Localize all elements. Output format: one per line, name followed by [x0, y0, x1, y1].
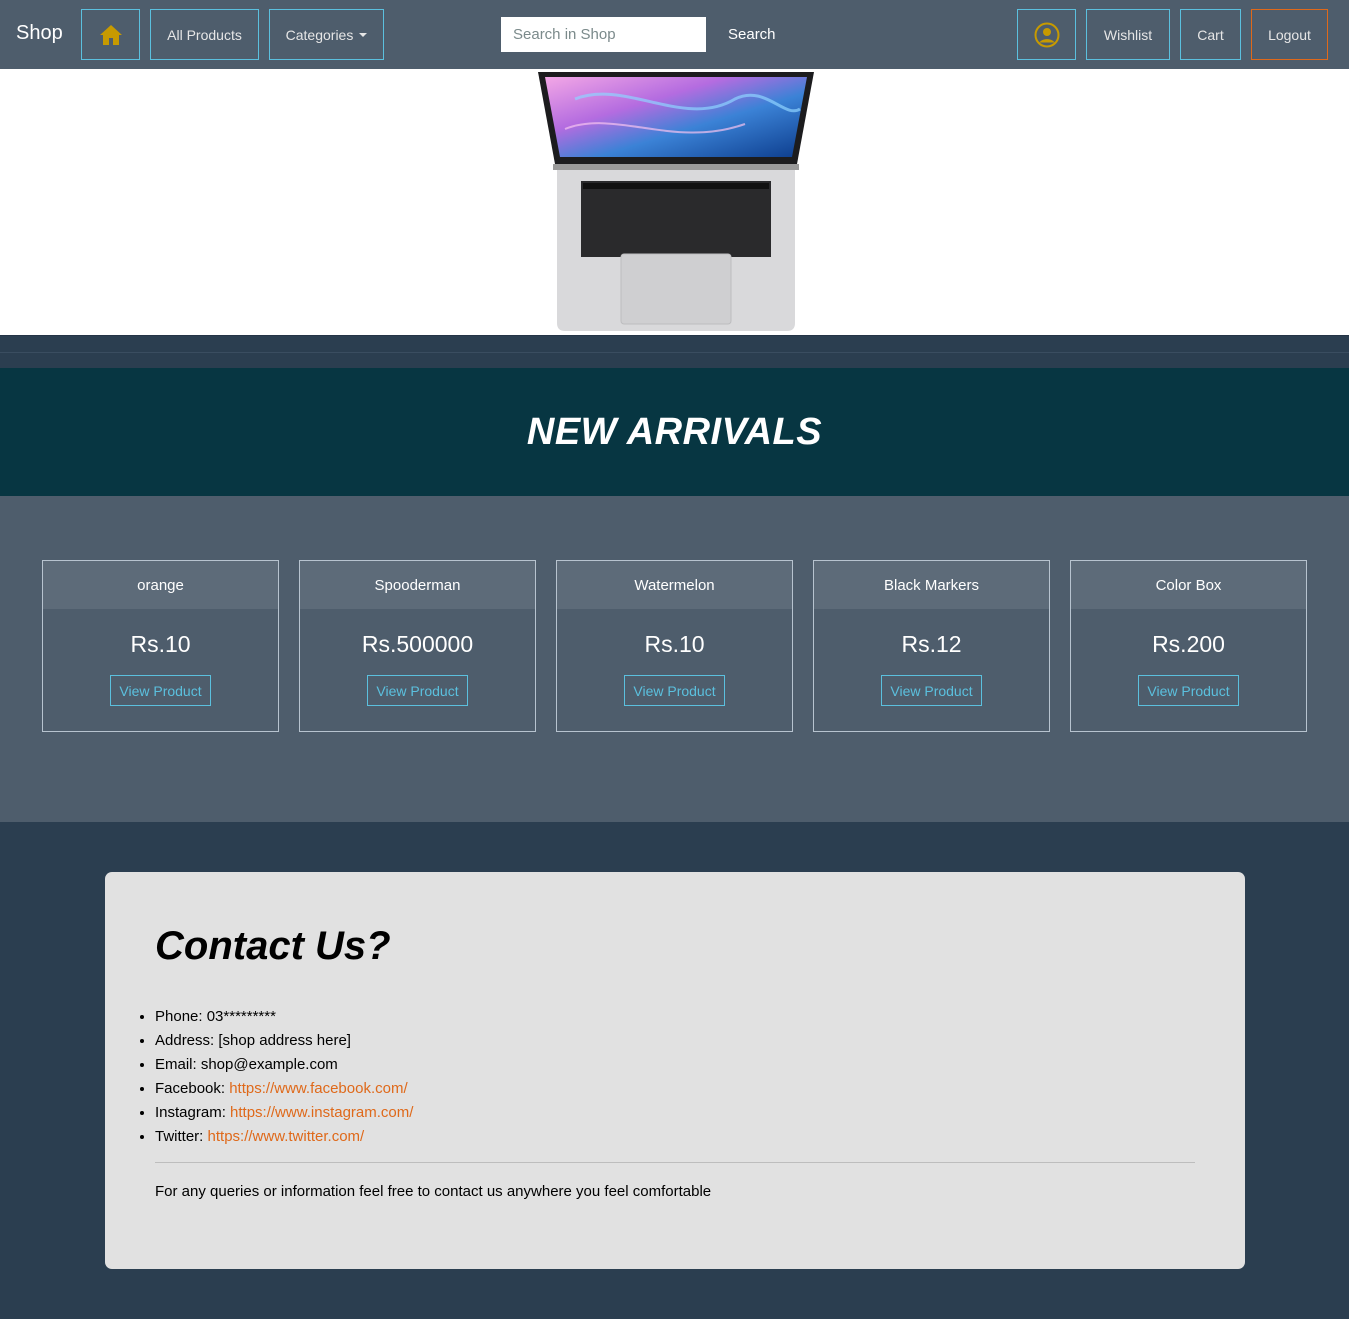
- product-name: Spooderman: [300, 561, 535, 609]
- product-card: orange Rs.10 View Product: [42, 560, 279, 732]
- contact-twitter: Twitter: https://www.twitter.com/: [155, 1125, 413, 1149]
- view-product-button[interactable]: View Product: [624, 675, 725, 706]
- contact-section: Contact Us? Phone: 03********* Address: …: [105, 872, 1245, 1269]
- contact-label: Phone:: [155, 1008, 207, 1025]
- view-product-button[interactable]: View Product: [881, 675, 982, 706]
- cart-button[interactable]: Cart: [1180, 9, 1241, 60]
- chevron-down-icon: [359, 32, 368, 37]
- product-price: Rs.500000: [361, 631, 474, 657]
- instagram-link[interactable]: https://www.instagram.com/: [230, 1104, 413, 1121]
- contact-phone: Phone: 03*********: [155, 1005, 413, 1029]
- product-name: Watermelon: [557, 561, 792, 609]
- contact-facebook: Facebook: https://www.facebook.com/: [155, 1077, 413, 1101]
- contact-list: Phone: 03********* Address: [shop addres…: [155, 1005, 413, 1149]
- categories-label: Categories: [285, 26, 354, 43]
- account-button[interactable]: [1017, 9, 1076, 60]
- contact-value: 03*********: [206, 1008, 276, 1025]
- product-name: Color Box: [1071, 561, 1306, 609]
- product-card: Watermelon Rs.10 View Product: [556, 560, 793, 732]
- product-card: Black Markers Rs.12 View Product: [813, 560, 1050, 732]
- product-price: Rs.12: [901, 631, 962, 657]
- product-card: Color Box Rs.200 View Product: [1070, 560, 1307, 732]
- categories-dropdown[interactable]: Categories: [269, 9, 384, 60]
- product-price: Rs.10: [130, 631, 191, 657]
- contact-label: Twitter:: [155, 1128, 208, 1145]
- user-circle-icon: [1034, 22, 1059, 47]
- product-name: Black Markers: [814, 561, 1049, 609]
- view-product-button[interactable]: View Product: [110, 675, 211, 706]
- logout-button[interactable]: Logout: [1251, 9, 1328, 60]
- search-input[interactable]: [501, 17, 706, 52]
- product-price: Rs.200: [1152, 631, 1225, 657]
- product-card: Spooderman Rs.500000 View Product: [299, 560, 536, 732]
- navbar: Shop All Products Categories Search Wish…: [0, 0, 1349, 69]
- contact-note: For any queries or information feel free…: [155, 1183, 712, 1200]
- contact-title: Contact Us?: [155, 924, 391, 968]
- search-button[interactable]: Search: [716, 17, 788, 52]
- facebook-link[interactable]: https://www.facebook.com/: [229, 1080, 407, 1097]
- laptop-image: [538, 72, 814, 331]
- brand-link[interactable]: Shop: [16, 22, 63, 45]
- hero-banner: [0, 69, 1349, 335]
- cart-label: Cart: [1197, 26, 1224, 43]
- view-product-button[interactable]: View Product: [1138, 675, 1239, 706]
- divider-strip: [0, 335, 1349, 368]
- products-grid: orange Rs.10 View Product Spooderman Rs.…: [0, 496, 1349, 822]
- twitter-link[interactable]: https://www.twitter.com/: [208, 1128, 365, 1145]
- contact-value: [shop address here]: [218, 1032, 351, 1049]
- view-product-button[interactable]: View Product: [367, 675, 468, 706]
- divider: [155, 1162, 1195, 1163]
- contact-label: Address:: [155, 1032, 219, 1049]
- contact-value: shop@example.com: [200, 1056, 338, 1073]
- all-products-button[interactable]: All Products: [150, 9, 259, 60]
- product-price: Rs.10: [644, 631, 705, 657]
- home-icon: [99, 24, 122, 45]
- wishlist-button[interactable]: Wishlist: [1086, 9, 1170, 60]
- contact-instagram: Instagram: https://www.instagram.com/: [155, 1101, 413, 1125]
- home-button[interactable]: [81, 9, 140, 60]
- contact-address: Address: [shop address here]: [155, 1029, 413, 1053]
- contact-label: Instagram:: [155, 1104, 231, 1121]
- logout-label: Logout: [1268, 26, 1311, 43]
- new-arrivals-title: NEW ARRIVALS: [526, 410, 823, 453]
- contact-label: Email:: [155, 1056, 201, 1073]
- all-products-label: All Products: [167, 26, 242, 43]
- contact-label: Facebook:: [155, 1080, 230, 1097]
- wishlist-label: Wishlist: [1103, 26, 1153, 43]
- contact-email: Email: shop@example.com: [155, 1053, 413, 1077]
- new-arrivals-banner: NEW ARRIVALS: [0, 368, 1349, 496]
- product-name: orange: [43, 561, 278, 609]
